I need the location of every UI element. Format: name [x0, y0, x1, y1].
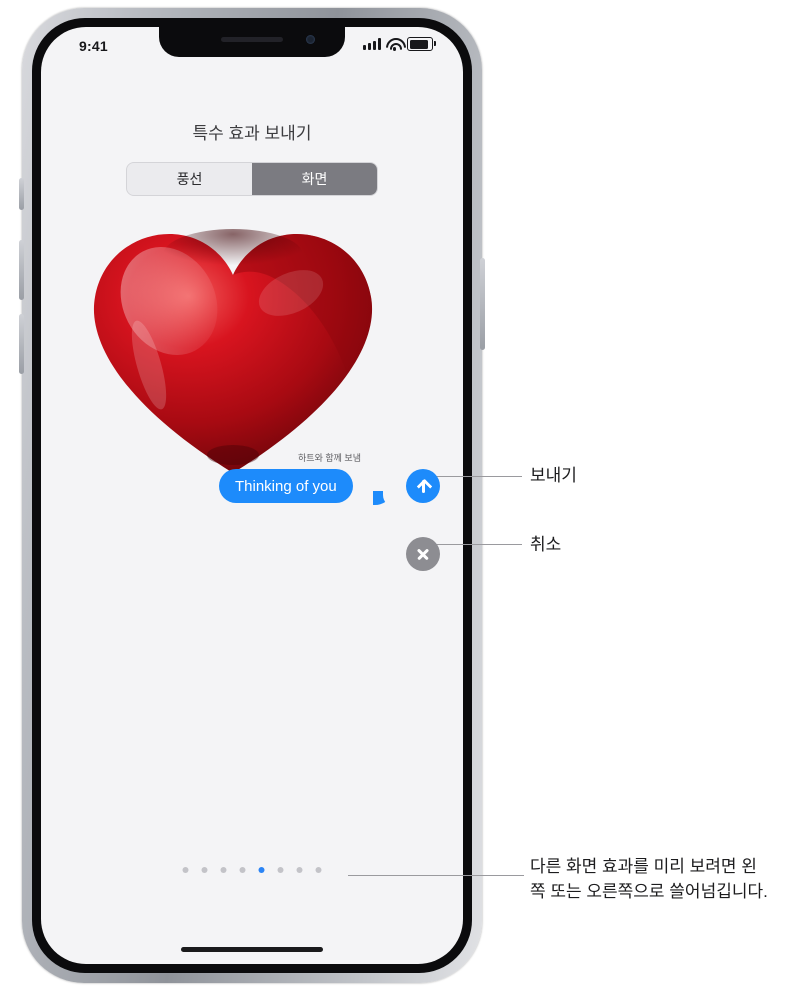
- iphone-device-frame: 9:41 특수 효과 보내기 풍선 화면 하트와 함께 보냄 Thinking …: [19, 8, 485, 983]
- wifi-icon: [386, 38, 402, 51]
- page-dot[interactable]: [239, 867, 246, 873]
- front-camera-icon: [306, 35, 315, 44]
- page-dot[interactable]: [220, 867, 227, 873]
- page-dot-active[interactable]: [258, 867, 265, 873]
- cancel-button[interactable]: [406, 537, 440, 571]
- volume-up-button[interactable]: [19, 240, 24, 300]
- effect-type-segmented-control[interactable]: 풍선 화면: [126, 162, 378, 196]
- device-bezel: 9:41 특수 효과 보내기 풍선 화면 하트와 함께 보냄 Thinking …: [32, 18, 472, 973]
- device-screen: 9:41 특수 효과 보내기 풍선 화면 하트와 함께 보냄 Thinking …: [41, 27, 463, 964]
- page-dot[interactable]: [315, 867, 322, 873]
- callout-label-cancel: 취소: [530, 535, 562, 554]
- page-dot[interactable]: [277, 867, 284, 873]
- heart-balloon-effect: [83, 215, 383, 485]
- send-button[interactable]: [406, 469, 440, 503]
- callout-leader-swipe: [348, 875, 524, 876]
- arrow-up-icon: [416, 478, 430, 494]
- tab-screen[interactable]: 화면: [252, 163, 377, 195]
- page-dot[interactable]: [201, 867, 208, 873]
- status-indicators: [363, 37, 436, 51]
- battery-full-icon: [407, 37, 436, 51]
- bubble-tail-mask: [383, 491, 395, 507]
- page-dot[interactable]: [296, 867, 303, 873]
- earpiece-speaker: [221, 37, 283, 42]
- page-indicator-dots[interactable]: [182, 867, 322, 873]
- callout-label-send: 보내기: [530, 466, 577, 485]
- side-power-button[interactable]: [480, 258, 485, 350]
- cellular-signal-icon: [363, 38, 381, 50]
- status-time: 9:41: [79, 38, 108, 54]
- page-title: 특수 효과 보내기: [192, 124, 312, 143]
- notch: [159, 27, 345, 57]
- close-x-icon: [416, 547, 430, 561]
- home-indicator[interactable]: [181, 947, 323, 952]
- message-bubble[interactable]: Thinking of you: [219, 469, 353, 503]
- page-dot[interactable]: [182, 867, 189, 873]
- callout-label-swipe: 다른 화면 효과를 미리 보려면 왼쪽 또는 오른쪽으로 쓸어넘깁니다.: [530, 857, 768, 901]
- effect-caption: 하트와 함께 보냄: [298, 453, 361, 463]
- tab-balloon[interactable]: 풍선: [127, 163, 252, 195]
- mute-switch[interactable]: [19, 178, 24, 210]
- volume-down-button[interactable]: [19, 314, 24, 374]
